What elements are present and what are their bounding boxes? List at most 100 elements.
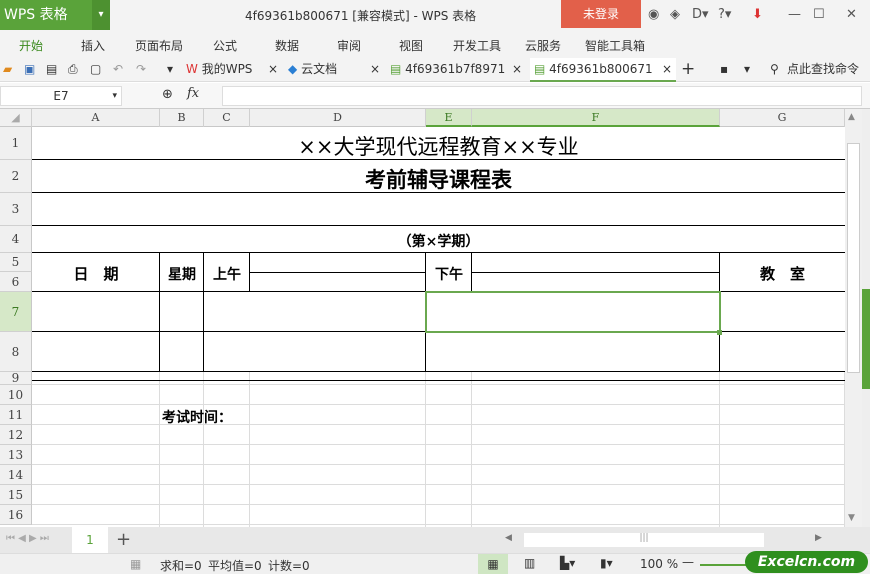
tab-label: 4f69361b7f8971 xyxy=(405,62,506,76)
page-break-view-button[interactable]: ▥ xyxy=(524,556,535,570)
row-header-3[interactable]: 3 xyxy=(0,193,32,226)
scroll-up-icon[interactable]: ▲ xyxy=(848,112,855,122)
new-tab-button[interactable]: + xyxy=(681,58,695,82)
column-headers: ◢ A B C D E F G xyxy=(0,109,845,127)
chevron-down-icon[interactable]: ▾ xyxy=(167,58,173,82)
save-icon[interactable]: ▣ xyxy=(24,58,35,82)
print-preview-icon[interactable]: ▢ xyxy=(90,58,101,82)
skin-icon[interactable]: ◉ xyxy=(648,7,659,22)
gridline xyxy=(32,484,845,485)
name-box[interactable]: E7 ▾ xyxy=(0,86,122,106)
row-header-13[interactable]: 13 xyxy=(0,445,32,465)
chevron-down-icon[interactable]: ▾ xyxy=(92,0,110,30)
scroll-down-icon[interactable]: ▼ xyxy=(848,513,855,523)
scroll-left-icon[interactable]: ◀ xyxy=(505,533,512,543)
row-header-15[interactable]: 15 xyxy=(0,485,32,505)
column-header-g[interactable]: G xyxy=(720,109,845,127)
row-header-11[interactable]: 11 xyxy=(0,405,32,425)
column-header-a[interactable]: A xyxy=(32,109,160,127)
download-icon[interactable]: ⬇ xyxy=(752,7,763,22)
close-tab-icon[interactable]: × xyxy=(662,58,672,80)
chevron-down-icon[interactable]: ▾ xyxy=(112,87,117,105)
row-header-6[interactable]: 6 xyxy=(0,272,32,292)
scroll-thumb[interactable] xyxy=(847,143,860,373)
zoom-level[interactable]: 100 % xyxy=(640,557,678,571)
row-header-10[interactable]: 10 xyxy=(0,385,32,405)
column-header-c[interactable]: C xyxy=(204,109,250,127)
row-header-2[interactable]: 2 xyxy=(0,160,32,193)
row-header-16[interactable]: 16 xyxy=(0,505,32,525)
menu-smart-tools[interactable]: 智能工具箱 xyxy=(585,37,645,54)
help-icon[interactable]: ?▾ xyxy=(718,7,731,22)
normal-view-button[interactable]: ▦ xyxy=(478,554,508,574)
open-icon[interactable]: ▰ xyxy=(3,58,12,82)
menu-formula[interactable]: 公式 xyxy=(213,37,237,54)
zoom-out-button[interactable]: — xyxy=(682,555,694,569)
print-icon[interactable]: ⎙ xyxy=(68,58,78,82)
formula-input[interactable] xyxy=(222,86,862,106)
row-header-12[interactable]: 12 xyxy=(0,425,32,445)
settings-icon[interactable]: ◈ xyxy=(670,7,680,22)
select-all-button[interactable]: ◢ xyxy=(0,109,32,127)
vertical-scrollbar[interactable]: ▲ ▼ xyxy=(845,109,862,527)
reading-mode-button[interactable]: ▙▾ xyxy=(560,556,575,570)
menu-developer[interactable]: 开发工具 xyxy=(453,37,501,54)
menu-cloud[interactable]: 云服务 xyxy=(525,37,561,54)
horizontal-scrollbar[interactable]: ◀ ||| ▶ xyxy=(500,533,830,547)
scroll-right-icon[interactable]: ▶ xyxy=(815,533,822,543)
exam-time-label: 考试时间： xyxy=(162,410,232,426)
maximize-button[interactable]: ☐ xyxy=(813,7,825,22)
close-button[interactable]: ✕ xyxy=(846,7,857,22)
cell-grid[interactable]: 1 2 3 4 5 6 7 8 9 10 11 12 13 14 15 16 ××大学现代远程教育××专业 考前辅… xyxy=(0,127,845,527)
side-panel-edge xyxy=(862,109,870,527)
row-header-1[interactable]: 1 xyxy=(0,127,32,160)
tab-doc-2[interactable]: ▤ 4f69361b800671 × xyxy=(530,58,676,82)
scroll-thumb[interactable]: ||| xyxy=(524,533,764,547)
export-pdf-icon[interactable]: ▤ xyxy=(46,58,57,82)
merged-cell[interactable] xyxy=(32,193,845,225)
close-tab-icon[interactable]: × xyxy=(370,58,380,80)
sheet-nav-icons[interactable]: ⏮ ◀ ▶ ⏭ xyxy=(6,533,49,544)
column-header-b[interactable]: B xyxy=(160,109,204,127)
sheet-file-icon: ▤ xyxy=(390,62,402,76)
screen-icon[interactable]: ▪ xyxy=(720,58,728,82)
eye-protect-button[interactable]: ▮▾ xyxy=(600,556,613,570)
menu-insert[interactable]: 插入 xyxy=(81,37,105,54)
calc-icon[interactable]: ▦ xyxy=(130,557,141,571)
redo-icon[interactable]: ↷ xyxy=(136,58,146,82)
minimize-button[interactable]: — xyxy=(788,7,801,22)
add-sheet-button[interactable]: + xyxy=(116,529,131,550)
login-button[interactable]: 未登录 xyxy=(561,0,641,28)
fx-button[interactable]: fx xyxy=(187,86,199,101)
selected-cell-e7[interactable] xyxy=(425,291,721,333)
search-icon[interactable]: ⚲ xyxy=(770,58,779,82)
column-header-f[interactable]: F xyxy=(472,109,720,127)
close-tab-icon[interactable]: × xyxy=(512,58,522,80)
menu-data[interactable]: 数据 xyxy=(275,37,299,54)
undo-icon[interactable]: ↶ xyxy=(113,58,123,82)
row-header-14[interactable]: 14 xyxy=(0,465,32,485)
menu-home[interactable]: 开始 xyxy=(19,37,43,54)
fill-handle[interactable] xyxy=(717,330,722,335)
row-header-8[interactable]: 8 xyxy=(0,332,32,372)
sheet-tab-1[interactable]: 1 xyxy=(72,527,108,553)
column-header-e[interactable]: E xyxy=(426,109,472,127)
tab-doc-1[interactable]: ▤ 4f69361b7f8971 × xyxy=(390,58,526,82)
row-header-4[interactable]: 4 xyxy=(0,226,32,253)
tab-cloud-docs[interactable]: ◆ 云文档 × xyxy=(288,58,384,82)
row-header-5[interactable]: 5 xyxy=(0,253,32,272)
zoom-slider[interactable] xyxy=(700,564,750,566)
close-tab-icon[interactable]: × xyxy=(268,58,278,80)
command-search[interactable]: 点此查找命令 xyxy=(787,58,859,82)
column-header-d[interactable]: D xyxy=(250,109,426,127)
wps-menu-button[interactable]: WPS 表格 ▾ xyxy=(0,0,110,30)
row-header-9[interactable]: 9 xyxy=(0,371,32,385)
zoom-formula-icon[interactable]: ⊕ xyxy=(162,87,173,102)
flag-icon[interactable]: ▾ xyxy=(744,58,750,82)
menu-page-layout[interactable]: 页面布局 xyxy=(135,37,183,54)
row-header-7[interactable]: 7 xyxy=(0,292,32,332)
feedback-icon[interactable]: D▾ xyxy=(692,7,709,22)
menu-review[interactable]: 审阅 xyxy=(337,37,361,54)
menu-view[interactable]: 视图 xyxy=(399,37,423,54)
tab-my-wps[interactable]: W 我的WPS × xyxy=(186,58,282,82)
